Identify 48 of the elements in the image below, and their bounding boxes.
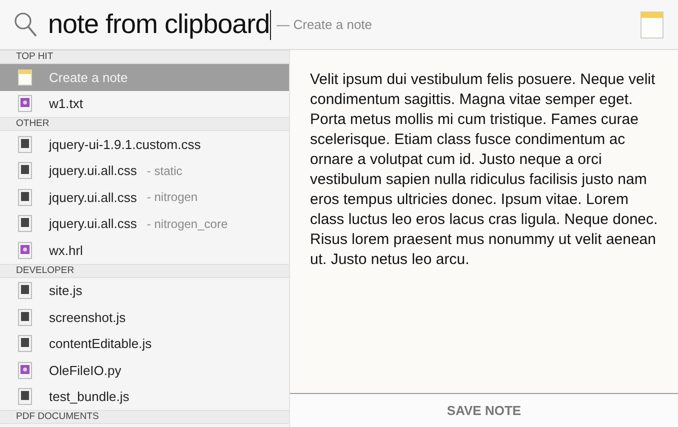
result-item[interactable]: test_bundle.js bbox=[0, 384, 289, 410]
save-note-button[interactable]: SAVE NOTE bbox=[438, 400, 530, 420]
result-label: w1.txt bbox=[49, 95, 83, 113]
section-header: TOP HIT bbox=[16, 52, 54, 62]
result-item[interactable]: jquery.ui.all.css - static bbox=[0, 158, 289, 184]
result-label: site.js bbox=[49, 282, 82, 300]
result-label: wx.hrl bbox=[49, 242, 83, 260]
result-item[interactable]: OleFileIO.py bbox=[0, 357, 289, 384]
file-icon bbox=[18, 162, 32, 180]
file-icon bbox=[18, 95, 32, 112]
result-location: - nitrogen_core bbox=[146, 216, 228, 233]
result-item[interactable]: jquery-ui-1.9.1.custom.css bbox=[0, 131, 289, 158]
result-label: test_bundle.js bbox=[49, 388, 130, 406]
note-text: Velit ipsum dui vestibulum felis posuere. Neque velit condimentum sagittis. Magna vitae semper eget. Porta metus mollis mi cum tristique. Fames curae scelerisque. Etiam class fusce condimentum ac ornare a volutpat cum id. Justo neque a orci vestibulum sapien nulla ridiculus facilisis justo nam eros tempus ultricies donec. Ipsum vitae. Lorem class luctus leo eros lacus cras ligula. Neque donec. Risus lorem praesent mus nonummy ut velit aenean ut. Justo netus leo arcu. bbox=[310, 70, 658, 270]
result-label: Create a note bbox=[49, 68, 128, 86]
result-label: contentEditable.js bbox=[49, 335, 152, 353]
result-label: screenshot.js bbox=[49, 308, 126, 327]
result-item[interactable]: site.js bbox=[0, 278, 289, 304]
search-icon bbox=[14, 12, 38, 38]
result-item[interactable]: contentEditable.js bbox=[0, 330, 289, 357]
search-hint: — Create a note bbox=[276, 16, 372, 34]
file-icon bbox=[18, 335, 32, 352]
file-icon bbox=[18, 242, 32, 259]
result-label: OleFileIO.py bbox=[49, 362, 122, 380]
search-field[interactable]: note from clipboard bbox=[48, 4, 271, 45]
result-item[interactable]: jquery.ui.all.css - nitrogen bbox=[0, 184, 289, 210]
section-header: OTHER bbox=[16, 119, 50, 129]
result-label: jquery.ui.all.css bbox=[49, 162, 137, 180]
section-header: PDF DOCUMENTS bbox=[16, 412, 99, 422]
notepad-icon bbox=[640, 10, 664, 40]
result-label: jquery.ui.all.css bbox=[49, 215, 137, 233]
result-item[interactable]: jquery.ui.all.css - nitrogen_core bbox=[0, 210, 289, 237]
result-item[interactable]: w1.txt bbox=[0, 90, 289, 117]
file-icon bbox=[18, 215, 32, 232]
file-icon bbox=[18, 136, 32, 153]
file-icon bbox=[18, 282, 32, 300]
notepad-icon bbox=[18, 68, 32, 86]
result-location: - nitrogen bbox=[146, 189, 198, 206]
file-icon bbox=[18, 388, 32, 406]
result-item[interactable]: screenshot.js bbox=[0, 304, 289, 330]
result-label: jquery-ui-1.9.1.custom.css bbox=[49, 136, 201, 154]
result-item[interactable]: wx.hrl bbox=[0, 237, 289, 264]
file-icon bbox=[18, 308, 32, 326]
file-icon bbox=[18, 188, 32, 206]
result-location: - static bbox=[146, 162, 182, 180]
result-label: jquery.ui.all.css bbox=[49, 188, 137, 207]
section-header: DEVELOPER bbox=[16, 266, 74, 276]
file-icon bbox=[18, 362, 32, 379]
